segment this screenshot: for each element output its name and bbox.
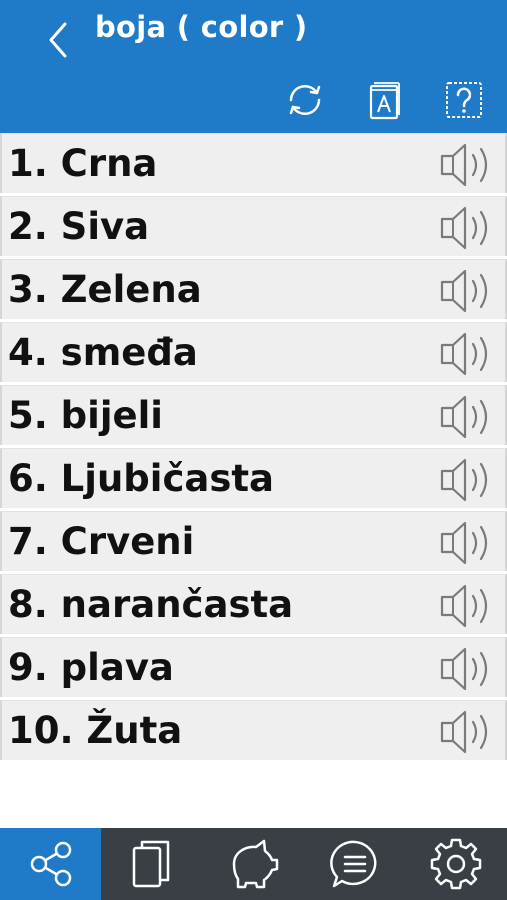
list-item[interactable]: 9. plava xyxy=(0,637,507,697)
chevron-left-icon xyxy=(49,22,67,58)
speaker-icon[interactable] xyxy=(439,645,499,693)
word-label: 1. Crna xyxy=(8,142,158,185)
speaker-icon[interactable] xyxy=(439,330,499,378)
chat-icon xyxy=(329,840,377,888)
refresh-icon xyxy=(289,84,321,116)
word-label: 9. plava xyxy=(8,646,174,689)
speaker-icon[interactable] xyxy=(439,141,499,189)
list-item[interactable]: 1. Crna xyxy=(0,133,507,193)
list-item[interactable]: 6. Ljubičasta xyxy=(0,448,507,508)
settings-icon xyxy=(431,838,482,890)
refresh-button[interactable] xyxy=(284,79,326,121)
speaker-icon[interactable] xyxy=(439,519,499,567)
word-label: 6. Ljubičasta xyxy=(8,457,275,500)
help-button[interactable] xyxy=(443,79,485,121)
word-label: 2. Siva xyxy=(8,205,150,248)
word-label: 3. Zelena xyxy=(8,268,202,311)
app-header: boja ( color ) xyxy=(0,0,507,133)
tab-settings[interactable] xyxy=(406,828,507,900)
list-item[interactable]: 3. Zelena xyxy=(0,259,507,319)
piggy-bank-icon xyxy=(233,839,279,889)
tab-messages[interactable] xyxy=(304,828,405,900)
speaker-icon[interactable] xyxy=(439,204,499,252)
list-item[interactable]: 8. narančasta xyxy=(0,574,507,634)
flashcards-icon xyxy=(132,840,170,888)
speaker-icon[interactable] xyxy=(439,456,499,504)
list-item[interactable]: 2. Siva xyxy=(0,196,507,256)
speaker-icon[interactable] xyxy=(439,393,499,441)
bottom-tab-bar xyxy=(0,828,507,900)
word-list: 1. Crna 2. Siva 3. Zelena 4. smeđa 5. bi… xyxy=(0,133,507,763)
list-item[interactable]: 7. Crveni xyxy=(0,511,507,571)
help-icon xyxy=(446,82,482,118)
word-label: 8. narančasta xyxy=(8,583,294,626)
dictionary-button[interactable] xyxy=(364,79,406,121)
word-label: 5. bijeli xyxy=(8,394,163,437)
tab-share[interactable] xyxy=(0,828,102,900)
share-icon xyxy=(30,841,71,887)
back-button[interactable] xyxy=(40,18,76,62)
tab-flashcards[interactable] xyxy=(101,828,202,900)
page-title: boja ( color ) xyxy=(95,10,308,44)
tab-savings[interactable] xyxy=(203,828,304,900)
word-label: 7. Crveni xyxy=(8,520,195,563)
speaker-icon[interactable] xyxy=(439,708,499,756)
list-item[interactable]: 5. bijeli xyxy=(0,385,507,445)
list-item[interactable]: 10. Žuta xyxy=(0,700,507,760)
word-label: 4. smeđa xyxy=(8,331,198,374)
speaker-icon[interactable] xyxy=(439,267,499,315)
dictionary-icon xyxy=(369,82,400,120)
speaker-icon[interactable] xyxy=(439,582,499,630)
list-item[interactable]: 4. smeđa xyxy=(0,322,507,382)
word-label: 10. Žuta xyxy=(8,709,183,752)
